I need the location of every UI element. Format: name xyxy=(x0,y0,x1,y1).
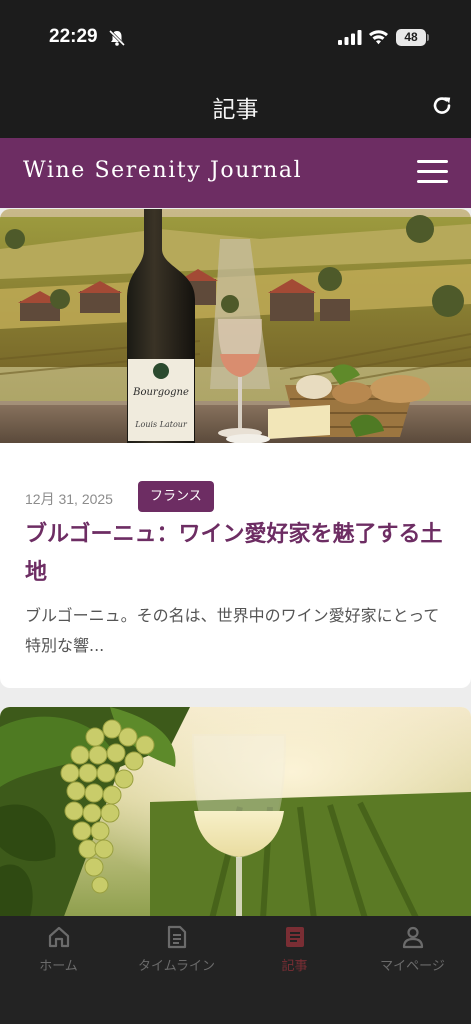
battery-level: 48 xyxy=(404,30,418,44)
page-header: 記事 xyxy=(0,76,471,138)
category-tag[interactable]: フランス xyxy=(138,481,214,512)
cellular-signal-icon xyxy=(338,30,362,45)
article-card[interactable]: Bourgogne Louis Latour 12月 31, 2025 フランス… xyxy=(0,209,471,688)
article-title[interactable]: ブルゴーニュ：ワイン愛好家を魅了する土地 xyxy=(25,515,450,591)
user-icon xyxy=(402,926,423,949)
tab-label: ホーム xyxy=(39,959,78,974)
status-time: 22:29 xyxy=(49,26,98,47)
tab-label: タイムライン xyxy=(137,959,216,974)
timeline-icon xyxy=(167,925,186,949)
article-icon xyxy=(285,927,304,947)
tab-articles[interactable]: 記事 xyxy=(236,924,353,986)
tab-label: マイページ xyxy=(380,959,445,974)
bell-off-icon xyxy=(108,29,126,47)
article-date: 12月 31, 2025 xyxy=(25,491,113,507)
bottom-tab-bar: ホーム タイムライン 記事 マイページ xyxy=(0,916,471,1024)
article-hero-image: Bourgogne Louis Latour xyxy=(0,209,471,443)
site-name[interactable]: Wine Serenity Journal xyxy=(23,158,302,183)
site-banner: Wine Serenity Journal xyxy=(0,138,471,208)
status-bar: 22:29 48 xyxy=(0,0,471,76)
tab-mypage[interactable]: マイページ xyxy=(354,924,471,986)
tab-timeline[interactable]: タイムライン xyxy=(118,924,235,986)
wifi-icon xyxy=(369,30,388,45)
article-excerpt: ブルゴーニュ。その名は、世界中のワイン愛好家にとって特別な響... xyxy=(25,606,440,655)
refresh-icon[interactable] xyxy=(430,94,454,118)
article-card[interactable] xyxy=(0,707,471,916)
hamburger-menu-icon[interactable] xyxy=(417,160,448,184)
bottle-label-maker: Louis Latour xyxy=(134,420,188,429)
tab-home[interactable]: ホーム xyxy=(0,924,117,986)
bottle-label-name: Bourgogne xyxy=(132,387,189,398)
page-title: 記事 xyxy=(212,97,259,123)
article-hero-image xyxy=(0,707,471,916)
article-feed[interactable]: Bourgogne Louis Latour 12月 31, 2025 フランス… xyxy=(0,208,471,916)
home-icon xyxy=(48,926,69,948)
tab-label: 記事 xyxy=(281,959,308,974)
battery-icon: 48 xyxy=(396,29,429,46)
